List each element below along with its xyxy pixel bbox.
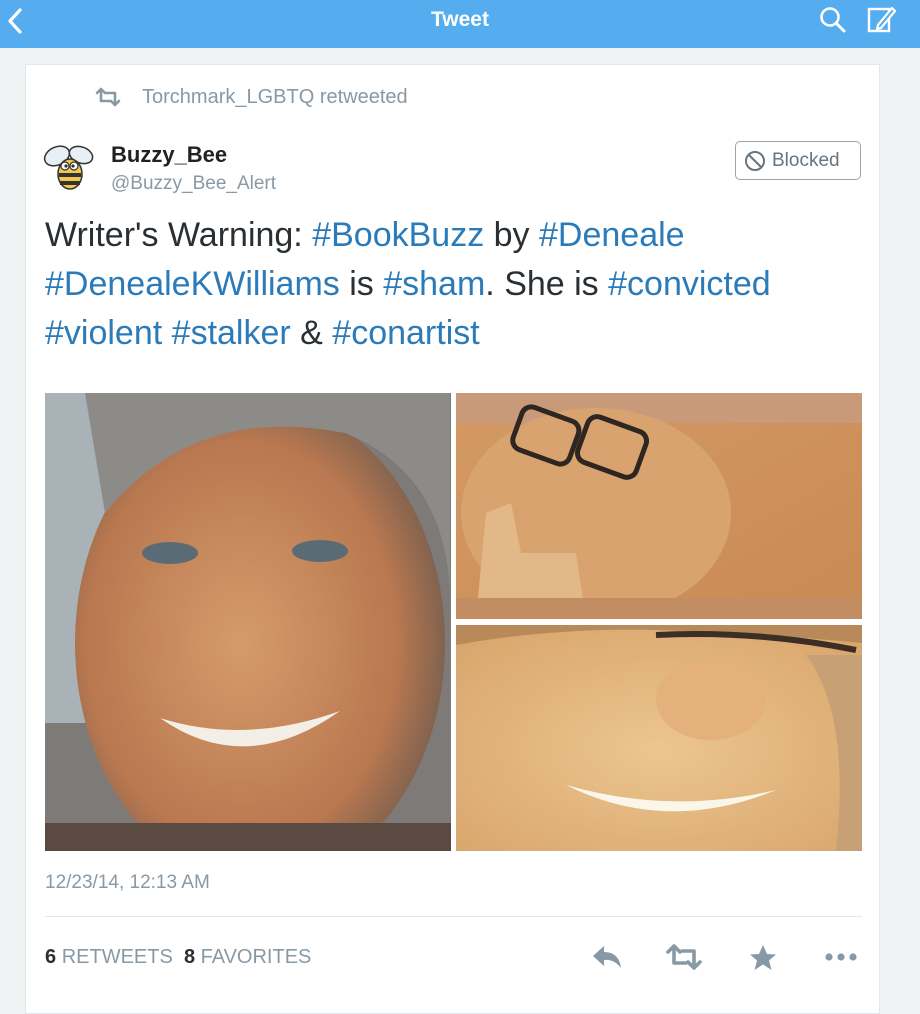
compose-button[interactable] — [866, 3, 898, 35]
blocked-label: Blocked — [772, 150, 840, 171]
retweet-icon — [95, 87, 121, 107]
block-icon — [745, 151, 765, 171]
hashtag-link[interactable]: #sham — [383, 265, 485, 303]
divider — [45, 916, 862, 917]
author-handle: @Buzzy_Bee_Alert — [111, 173, 277, 194]
retweet-icon — [666, 944, 702, 970]
retweets-count: 6 — [45, 946, 57, 968]
reply-icon — [593, 946, 621, 968]
hashtag-link[interactable]: #DenealeKWilliams — [45, 265, 340, 303]
tweet-timestamp: 12/23/14, 12:13 AM — [45, 872, 210, 893]
search-icon — [820, 7, 846, 33]
reply-button[interactable] — [590, 943, 624, 971]
tweet-text-segment: Writer's Warning: — [45, 216, 313, 254]
retweet-context-text: Torchmark_LGBTQ retweeted — [142, 86, 408, 108]
favorites-label: FAVORITES — [200, 946, 312, 968]
hashtag-link[interactable]: #BookBuzz — [312, 216, 484, 254]
tweet-stats: 6 RETWEETS 8 FAVORITES — [45, 945, 311, 969]
blocked-button[interactable]: Blocked — [735, 141, 861, 180]
page-title: Tweet — [431, 8, 489, 31]
hashtag-link[interactable]: #Deneale — [539, 216, 685, 254]
tweet-text-segment: & — [290, 314, 333, 352]
favorites-count: 8 — [183, 946, 196, 968]
hashtag-link[interactable]: #stalker — [172, 314, 291, 352]
avatar[interactable] — [41, 140, 97, 194]
tweet-card: Torchmark_LGBTQ retweeted Buzzy_Bee @Buz… — [25, 64, 880, 1014]
author-display-name[interactable]: Buzzy_Bee — [111, 142, 227, 168]
compose-icon — [867, 6, 897, 33]
more-button[interactable] — [823, 943, 859, 971]
tweet-photo[interactable] — [45, 393, 451, 851]
top-nav-bar: Tweet — [0, 0, 920, 48]
bee-avatar-icon — [43, 145, 94, 190]
hashtag-link[interactable]: #violent — [45, 314, 162, 352]
tweet-text-segment: . She is — [485, 265, 609, 303]
favorites-stat[interactable]: 8 FAVORITES — [184, 946, 311, 968]
tweet-text: Writer's Warning: #BookBuzz by #Deneale … — [45, 211, 865, 358]
tweet-text-segment: is — [339, 265, 384, 303]
tweet-photo[interactable] — [456, 393, 862, 619]
tweet-text-segment: by — [484, 216, 540, 254]
hashtag-link[interactable]: #convicted — [608, 265, 771, 303]
more-icon — [825, 953, 857, 961]
retweet-button[interactable] — [664, 943, 704, 971]
retweets-stat[interactable]: 6 RETWEETS — [45, 946, 173, 968]
retweets-label: RETWEETS — [61, 946, 173, 968]
hashtag-link[interactable]: #conartist — [332, 314, 479, 352]
tweet-text-segment — [162, 314, 171, 352]
favorite-button[interactable] — [748, 943, 778, 973]
tweet-photo[interactable] — [456, 625, 862, 851]
star-icon — [750, 945, 776, 970]
search-button[interactable] — [818, 5, 848, 35]
